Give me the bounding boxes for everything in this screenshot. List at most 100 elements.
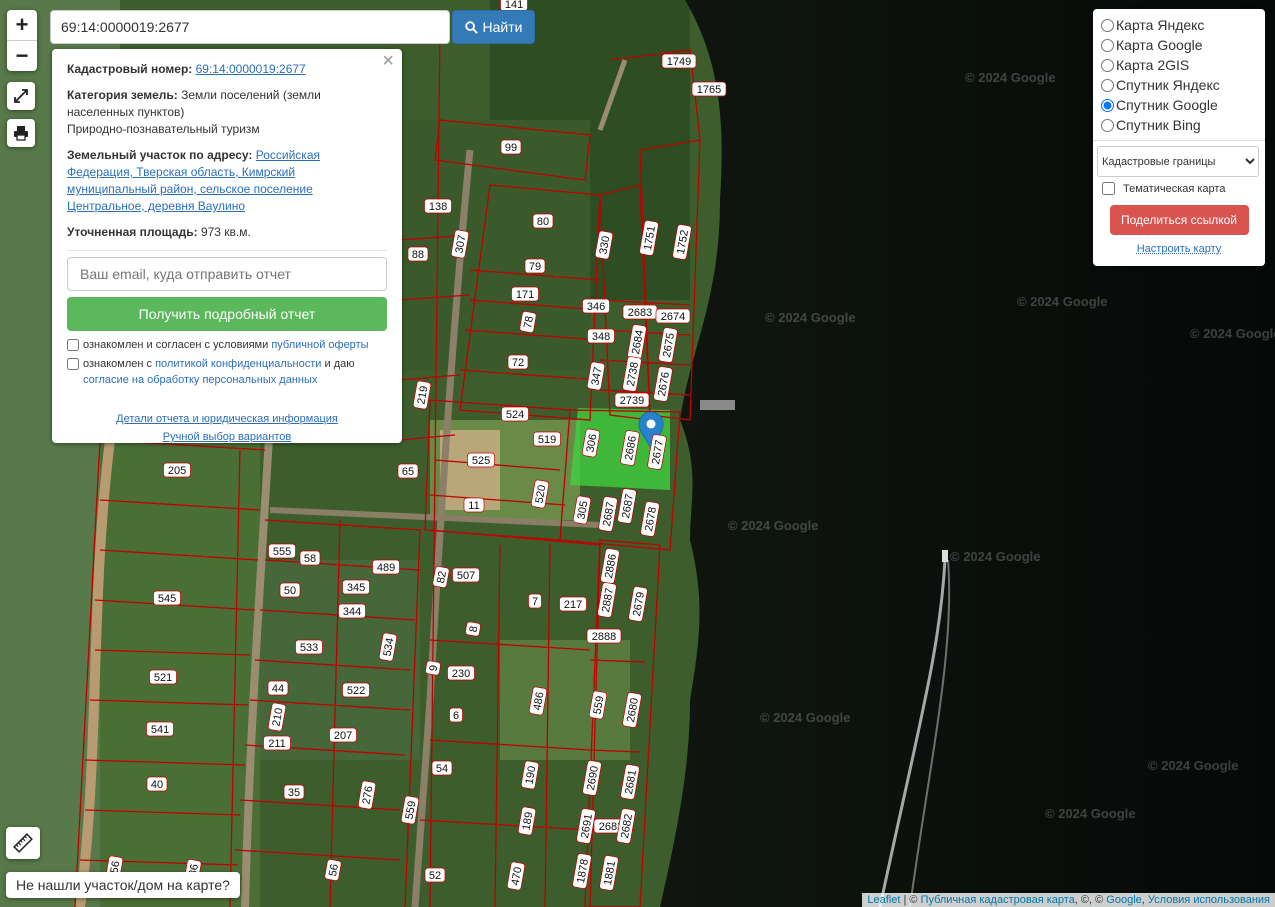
parcel-number-label: 7 xyxy=(528,593,542,609)
google-watermark: © 2024 Google xyxy=(760,710,851,725)
fullscreen-button[interactable] xyxy=(7,82,35,110)
layer-switcher-panel: Карта Яндекс Карта Google Карта 2GIS Спутни… xyxy=(1093,9,1265,266)
offer-consent-text: ознакомлен и согласен с условиями публич… xyxy=(83,339,369,351)
svg-text:54: 54 xyxy=(436,763,448,775)
manual-selection-link[interactable]: Ручной выбор вариантов xyxy=(163,431,291,443)
close-icon[interactable]: × xyxy=(382,51,394,71)
google-link[interactable]: Google xyxy=(1106,894,1141,906)
search-button-label: Найти xyxy=(482,19,523,35)
parcel-number-label: 80 xyxy=(532,213,554,229)
google-watermark: © 2024 Google xyxy=(1017,294,1108,309)
svg-text:52: 52 xyxy=(429,870,441,882)
layer-option-label: Спутник Яндекс xyxy=(1116,77,1220,93)
layer-radio[interactable] xyxy=(1101,18,1114,32)
svg-text:88: 88 xyxy=(412,249,424,261)
layer-option-label: Карта Яндекс xyxy=(1116,17,1205,33)
svg-text:211: 211 xyxy=(268,738,286,750)
parcel-number-label: 88 xyxy=(407,246,429,262)
parcel-number-label: 545 xyxy=(153,590,181,606)
parcel-number-label: 525 xyxy=(467,452,495,468)
svg-text:519: 519 xyxy=(538,434,556,446)
layer-option[interactable]: Спутник Яндекс xyxy=(1101,75,1257,95)
svg-text:99: 99 xyxy=(505,142,517,154)
svg-text:207: 207 xyxy=(334,730,352,742)
zoom-in-button[interactable]: + xyxy=(7,10,37,41)
layer-radio[interactable] xyxy=(1101,118,1114,132)
thematic-map-label: Тематическая карта xyxy=(1123,182,1226,195)
svg-text:80: 80 xyxy=(537,216,549,228)
offer-consent-checkbox[interactable] xyxy=(67,339,79,351)
svg-text:507: 507 xyxy=(457,570,475,582)
svg-text:525: 525 xyxy=(472,455,490,467)
leaflet-link[interactable]: Leaflet xyxy=(867,894,900,906)
privacy-consent-checkbox[interactable] xyxy=(67,358,79,370)
parcel-number-label: 519 xyxy=(533,431,561,447)
parcel-number-label: 11 xyxy=(463,497,485,513)
thematic-map-toggle[interactable]: Тематическая карта xyxy=(1102,182,1257,195)
svg-text:79: 79 xyxy=(529,261,541,273)
configure-map-link[interactable]: Настроить карту xyxy=(1101,243,1257,255)
google-watermark: © 2024 Google xyxy=(1190,326,1275,341)
layer-option[interactable]: Карта Google xyxy=(1101,35,1257,55)
parcel-number-label: 54 xyxy=(431,760,453,776)
layer-radio[interactable] xyxy=(1101,78,1114,92)
overlay-select[interactable]: Кадастровые границы xyxy=(1097,146,1259,177)
parcel-number-label: 2739 xyxy=(614,392,650,408)
svg-text:345: 345 xyxy=(347,582,365,594)
public-offer-link[interactable]: публичной оферты xyxy=(271,339,368,351)
svg-text:44: 44 xyxy=(272,683,284,695)
parcel-number-label: 2888 xyxy=(586,628,622,644)
thematic-map-checkbox[interactable] xyxy=(1102,182,1115,195)
area-label: Уточненная площадь: xyxy=(67,225,198,239)
svg-text:72: 72 xyxy=(512,357,524,369)
layer-option[interactable]: Спутник Bing xyxy=(1101,115,1257,135)
search-button[interactable]: Найти xyxy=(452,10,535,44)
print-button[interactable] xyxy=(7,119,35,147)
parcel-number-label: 1765 xyxy=(691,81,727,97)
cadastral-label: Кадастровый номер: xyxy=(67,62,193,76)
google-watermark: © 2024 Google xyxy=(1148,758,1239,773)
map-attribution: Leaflet | © Публичная кадастровая карта,… xyxy=(862,893,1275,907)
parcel-number-label: 230 xyxy=(447,665,475,681)
cadastral-number-link[interactable]: 69:14:0000019:2677 xyxy=(196,62,306,76)
zoom-out-button[interactable]: − xyxy=(7,41,37,71)
parcel-number-label: 2674 xyxy=(655,308,691,324)
layer-option[interactable]: Карта 2GIS xyxy=(1101,55,1257,75)
svg-text:11: 11 xyxy=(468,500,479,512)
not-found-button[interactable]: Не нашли участок/дом на карте? xyxy=(6,872,240,898)
parcel-number-label: 489 xyxy=(372,559,400,575)
report-details-link[interactable]: Детали отчета и юридическая информация xyxy=(116,413,338,425)
privacy-policy-link[interactable]: политикой конфиденциальности xyxy=(155,358,321,370)
share-link-button[interactable]: Поделиться ссылкой xyxy=(1109,205,1249,235)
layer-radio[interactable] xyxy=(1101,38,1114,52)
terms-link[interactable]: Условия использования xyxy=(1148,894,1270,906)
google-watermark: © 2024 Google xyxy=(1045,806,1136,821)
get-report-button[interactable]: Получить подробный отчет xyxy=(67,297,387,331)
parcel-number-label: 82 xyxy=(432,566,450,588)
land-use-value: Природно-познавательный туризм xyxy=(67,122,260,136)
search-input[interactable] xyxy=(50,10,450,44)
parcel-number-label: 6 xyxy=(449,707,463,723)
email-field[interactable] xyxy=(67,257,387,291)
svg-text:205: 205 xyxy=(168,465,186,477)
layer-radio[interactable] xyxy=(1101,98,1114,112)
parcel-number-label: 40 xyxy=(146,776,168,792)
svg-text:82: 82 xyxy=(435,570,449,584)
svg-text:489: 489 xyxy=(377,562,395,574)
parcel-number-label: 345 xyxy=(342,579,370,595)
svg-text:555: 555 xyxy=(273,546,291,558)
layer-option[interactable]: Карта Яндекс xyxy=(1101,15,1257,35)
svg-text:7: 7 xyxy=(532,596,538,608)
personal-data-consent-link[interactable]: согласие на обработку персональных данны… xyxy=(83,374,317,386)
svg-text:65: 65 xyxy=(402,466,414,478)
svg-text:541: 541 xyxy=(151,724,169,736)
layer-option[interactable]: Спутник Google xyxy=(1101,95,1257,115)
parcel-number-label: 211 xyxy=(263,735,291,751)
pkk-link[interactable]: Публичная кадастровая карта xyxy=(921,894,1075,906)
ruler-button[interactable] xyxy=(6,827,40,859)
category-label: Категория земель: xyxy=(67,88,178,102)
layer-radio[interactable] xyxy=(1101,58,1114,72)
parcel-number-label: 346 xyxy=(582,298,610,314)
svg-text:78: 78 xyxy=(522,315,536,329)
parcel-number-label: 72 xyxy=(507,354,529,370)
